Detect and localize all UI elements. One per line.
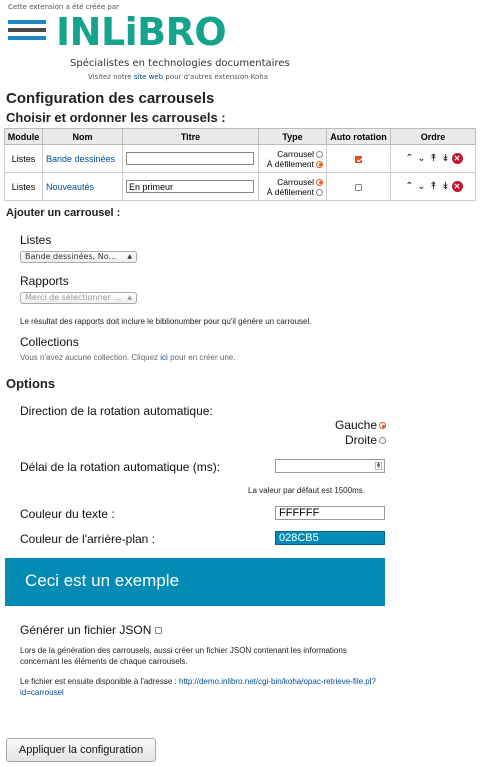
logo-text: INLiBRO <box>56 10 227 54</box>
collections-note: Vous n'avez aucune collection. Cliquez i… <box>20 353 235 362</box>
col-type: Type <box>258 128 327 145</box>
lists-label: Listes <box>20 233 52 247</box>
double-chevron-down-icon[interactable]: ↡ <box>440 181 452 192</box>
json-url-line: Le fichier est ensuite disponible à l'ad… <box>20 676 380 698</box>
direction-right-label: Droite <box>344 433 377 447</box>
inlibro-logo[interactable]: INLiBRO <box>8 11 278 55</box>
chevron-down-icon[interactable]: ⌄ <box>416 153 428 164</box>
col-order: Ordre <box>390 128 476 145</box>
direction-right-option[interactable]: Droite <box>320 433 386 447</box>
select-arrow-icon: ▲ <box>127 253 132 260</box>
row-name: Nouveautés <box>42 172 123 201</box>
reports-select-value: Merci de sélectionner ... <box>25 293 122 302</box>
direction-left-label: Gauche <box>334 418 377 432</box>
direction-label: Direction de la rotation automatique: <box>20 404 213 418</box>
visit-prefix: Visitez notre <box>88 73 134 81</box>
row-title-input[interactable] <box>126 180 254 193</box>
add-carousel-title: Ajouter un carrousel : <box>6 207 121 219</box>
type-carrousel-label: Carrousel <box>277 176 314 187</box>
delete-icon[interactable]: ✕ <box>451 153 463 165</box>
chevron-up-icon[interactable]: ⌃ <box>404 153 416 164</box>
direction-left-radio[interactable] <box>379 422 386 430</box>
type-defilement-radio[interactable] <box>316 160 323 168</box>
double-chevron-up-icon[interactable]: ↟ <box>428 181 440 192</box>
create-collection-link[interactable]: ici <box>160 353 168 362</box>
text-color-input[interactable]: FFFFFF <box>275 506 385 520</box>
options-title: Options <box>6 376 56 391</box>
row-name-link[interactable]: Nouveautés <box>46 182 94 192</box>
select-arrow-icon: ▲ <box>127 294 132 301</box>
type-defilement-label: À défilement <box>266 158 314 169</box>
type-carrousel-radio[interactable] <box>316 178 323 186</box>
json-note: Lors de la génération des carrousels, au… <box>20 646 347 666</box>
type-carrousel-radio[interactable] <box>316 150 323 158</box>
direction-left-option[interactable]: Gauche <box>320 418 386 432</box>
lists-select-value: Bande dessinées, No... <box>25 252 117 261</box>
json-url-prefix: Le fichier est ensuite disponible à l'ad… <box>20 677 179 686</box>
bg-color-input[interactable]: 028CB5 <box>275 531 385 545</box>
reports-label: Rapports <box>20 274 69 288</box>
json-option[interactable]: Générer un fichier JSON <box>20 623 162 637</box>
order-title: Choisir et ordonner les carrousels : <box>6 110 226 125</box>
visit-suffix: pour d'autres extension Koha <box>163 73 269 81</box>
row-module: Listes <box>4 144 43 173</box>
type-defilement-label: À défilement <box>266 186 314 197</box>
type-carrousel-label: Carrousel <box>277 148 314 159</box>
collections-prefix: Vous n'avez aucune collection. Cliquez <box>20 353 161 362</box>
logo-bars-icon <box>8 20 46 44</box>
double-chevron-down-icon[interactable]: ↡ <box>440 153 452 164</box>
auto-rotation-checkbox[interactable] <box>355 155 362 163</box>
chevron-up-icon[interactable]: ⌃ <box>404 181 416 192</box>
row-name: Bande dessinées <box>42 144 123 173</box>
spinner-icon[interactable]: ▲ ▼ <box>375 462 382 470</box>
row-type: Carrousel À défilement <box>258 172 327 201</box>
chevron-down-icon[interactable]: ⌄ <box>416 181 428 192</box>
double-chevron-up-icon[interactable]: ↟ <box>428 153 440 164</box>
row-title-input[interactable] <box>126 152 254 165</box>
delay-note: La valeur par défaut est 1500ms. <box>248 486 365 495</box>
row-name-link[interactable]: Bande dessinées <box>46 154 115 164</box>
text-color-label: Couleur du texte : <box>20 507 115 521</box>
row-title-cell <box>122 144 259 173</box>
type-defilement-radio[interactable] <box>316 188 323 196</box>
col-title: Titre <box>122 128 259 145</box>
example-preview: Ceci est un exemple <box>5 558 385 606</box>
col-name: Nom <box>42 128 123 145</box>
delay-label: Délai de la rotation automatique (ms): <box>20 460 221 474</box>
tagline: Spécialistes en technologies documentair… <box>70 58 290 69</box>
collections-suffix: pour en créer une. <box>167 353 236 362</box>
row-type: Carrousel À défilement <box>258 144 327 173</box>
row-module: Listes <box>4 172 43 201</box>
col-module: Module <box>4 128 43 145</box>
delay-input[interactable]: ▲ ▼ <box>275 459 385 473</box>
row-auto-rotation <box>326 172 391 201</box>
direction-right-radio[interactable] <box>379 437 386 445</box>
row-order: ⌃ ⌄ ↟ ↡ ✕ <box>390 144 476 173</box>
reports-select[interactable]: Merci de sélectionner ... ▲ <box>20 292 137 304</box>
row-title-cell <box>122 172 259 201</box>
json-checkbox[interactable] <box>154 627 162 635</box>
bg-color-label: Couleur de l'arrière-plan : <box>20 532 156 546</box>
example-text: Ceci est un exemple <box>25 571 180 590</box>
collections-label: Collections <box>20 335 79 349</box>
json-label: Générer un fichier JSON <box>20 623 152 637</box>
website-link[interactable]: site web <box>134 73 163 81</box>
visit-line: Visitez notre site web pour d'autres ext… <box>88 73 268 81</box>
row-order: ⌃ ⌄ ↟ ↡ ✕ <box>390 172 476 201</box>
apply-configuration-button[interactable]: Appliquer la configuration <box>6 738 156 762</box>
reports-note: Le résultat des rapports doit inclure le… <box>20 317 312 326</box>
lists-select[interactable]: Bande dessinées, No... ▲ <box>20 251 137 263</box>
auto-rotation-checkbox[interactable] <box>355 183 362 191</box>
table-row: Listes Bande dessinées Carrousel À défil… <box>4 144 476 173</box>
page-title: Configuration des carrousels <box>6 90 215 107</box>
delete-icon[interactable]: ✕ <box>451 181 463 193</box>
table-row: Listes Nouveautés Carrousel À défilement… <box>4 172 476 201</box>
row-auto-rotation <box>326 144 391 173</box>
carousels-table: Module Nom Titre Type Auto rotation Ordr… <box>4 128 476 201</box>
col-auto-rotation: Auto rotation <box>326 128 391 145</box>
